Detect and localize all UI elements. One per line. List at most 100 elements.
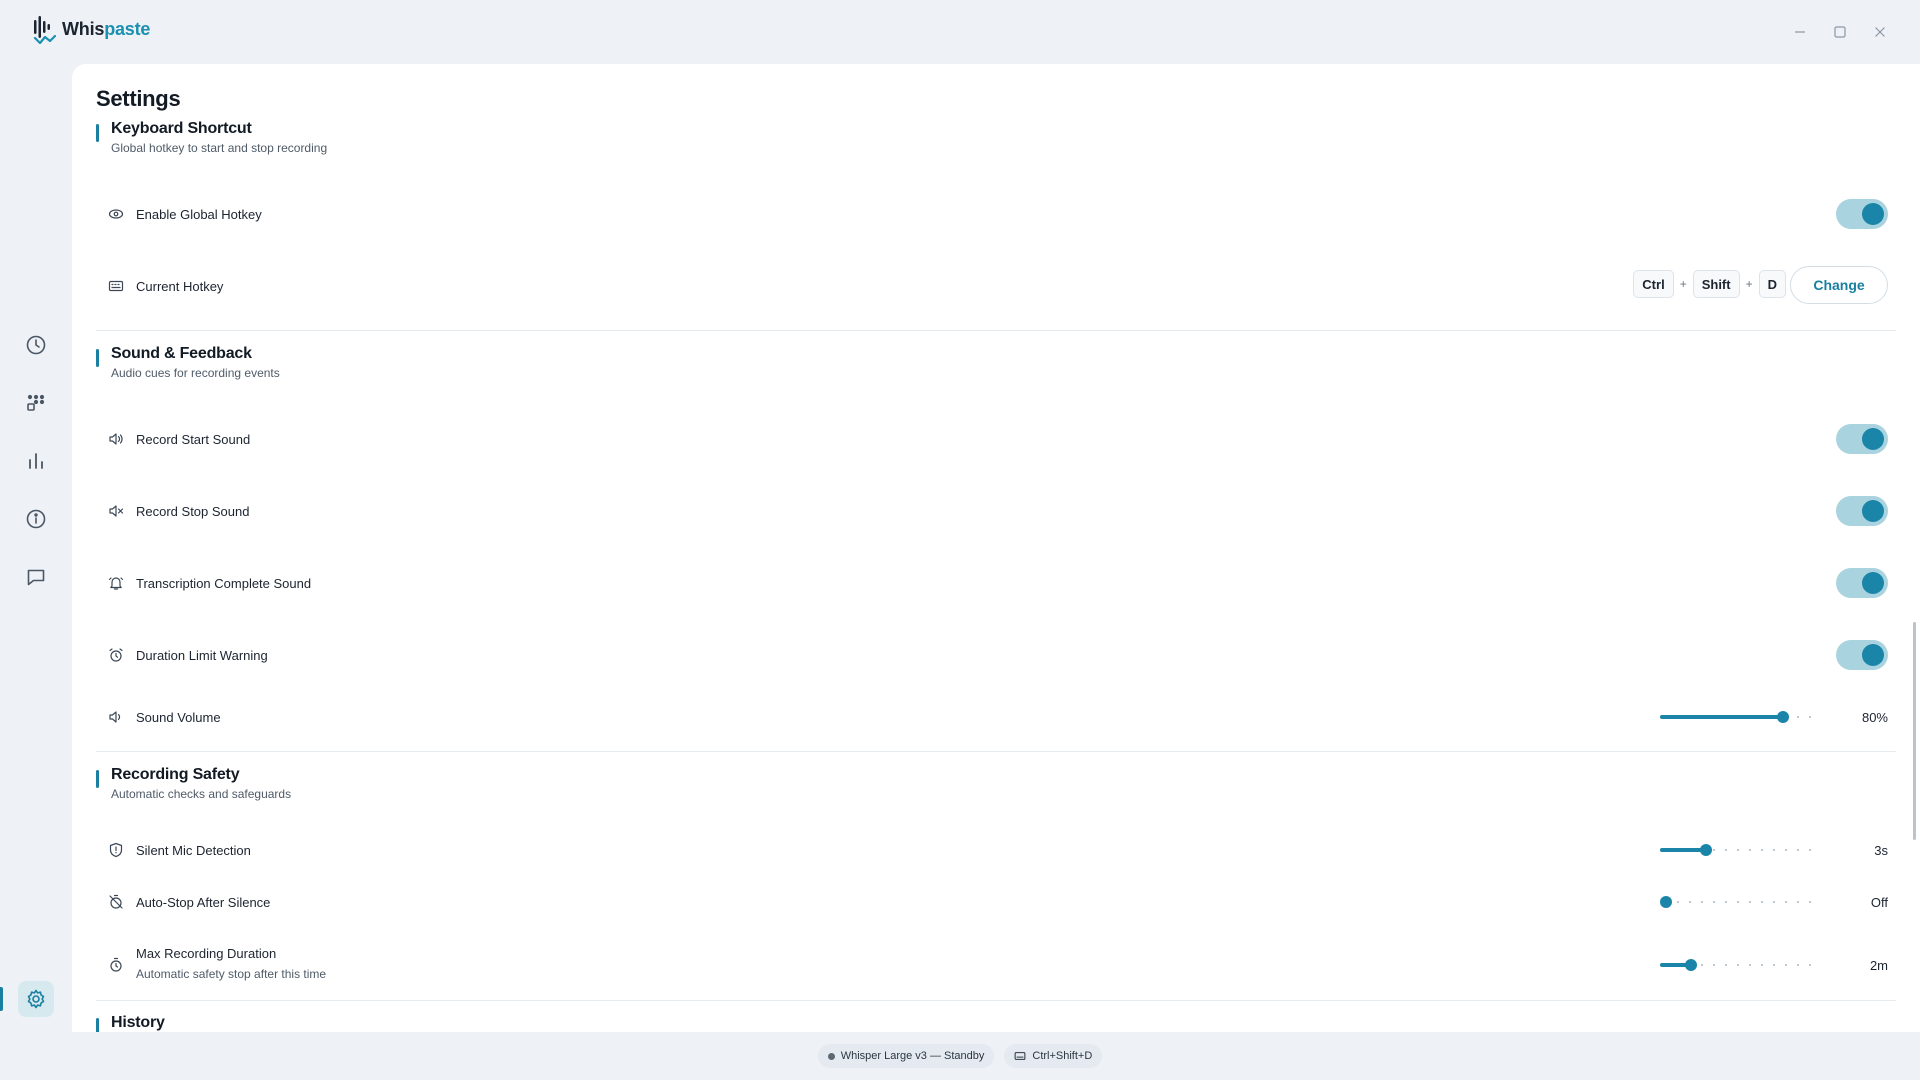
- key-d: D: [1758, 270, 1786, 298]
- speaker-mute-icon: [109, 505, 124, 517]
- slider-value: 2m: [1869, 958, 1888, 973]
- setting-label: Record Start Sound: [136, 432, 251, 447]
- key-ctrl: Ctrl: [1633, 270, 1674, 298]
- section-divider: [96, 751, 1896, 752]
- message-icon: [27, 569, 45, 586]
- maximize-icon: [1834, 26, 1846, 38]
- scrollbar[interactable]: [1913, 622, 1916, 840]
- app-name: Whispaste: [62, 18, 151, 39]
- key-plus: +: [1679, 277, 1687, 291]
- bell-icon: [108, 577, 124, 590]
- section-divider: [96, 1000, 1896, 1001]
- speaker-on-icon: [109, 433, 123, 445]
- setting-label: Current Hotkey: [136, 279, 224, 294]
- toggle-knob: [1862, 500, 1884, 522]
- setting-row-auto-stop-after-silence: Auto-Stop After Silence Off: [108, 882, 1888, 922]
- gear-icon: [27, 989, 45, 1009]
- setting-row-enable-hotkey: Enable Global Hotkey: [108, 194, 1888, 234]
- record-start-sound-toggle[interactable]: [1836, 424, 1888, 454]
- setting-label: Sound Volume: [136, 710, 221, 725]
- maximize-button[interactable]: [1828, 20, 1852, 44]
- change-hotkey-button[interactable]: Change: [1790, 266, 1888, 304]
- slider-thumb[interactable]: [1700, 844, 1713, 856]
- bar-chart-icon: [29, 453, 43, 469]
- nav-feedback-button[interactable]: [18, 559, 54, 595]
- section-title: Recording Safety: [111, 766, 240, 783]
- timer-off-icon: [109, 894, 123, 909]
- duration-limit-warning-toggle[interactable]: [1836, 640, 1888, 670]
- auto-stop-slider[interactable]: [1660, 895, 1814, 909]
- info-icon: [26, 509, 46, 529]
- slider-fill: [1660, 715, 1784, 719]
- close-icon: [1875, 27, 1885, 37]
- page-title: Settings: [96, 86, 181, 111]
- toggle-knob: [1862, 572, 1884, 594]
- setting-row-record-start-sound: Record Start Sound: [108, 419, 1888, 459]
- section-title: Keyboard Shortcut: [111, 120, 252, 137]
- slider-value: Off: [1870, 895, 1888, 910]
- setting-label: Max Recording Duration: [136, 946, 277, 961]
- max-recording-duration-slider[interactable]: [1660, 958, 1814, 972]
- section-accent: [96, 124, 99, 142]
- nav-vocabulary-button[interactable]: [18, 385, 54, 421]
- volume-icon: [109, 711, 121, 723]
- nav-history-button[interactable]: [18, 327, 54, 363]
- section-subtitle: Global hotkey to start and stop recordin…: [111, 141, 328, 155]
- slider-thumb[interactable]: [1660, 896, 1672, 908]
- minimize-button[interactable]: [1788, 20, 1812, 44]
- setting-label: Silent Mic Detection: [136, 843, 251, 858]
- transcription-complete-sound-toggle[interactable]: [1836, 568, 1888, 598]
- active-nav-indicator: [0, 987, 3, 1011]
- section-divider: [96, 330, 1896, 331]
- setting-sublabel: Automatic safety stop after this time: [136, 967, 327, 981]
- title-bar: Whispaste: [0, 0, 1920, 62]
- key-plus: +: [1745, 277, 1753, 291]
- setting-row-sound-volume: Sound Volume 80%: [108, 697, 1888, 737]
- hotkey-text: Ctrl+Shift+D: [1032, 1050, 1093, 1062]
- keyboard-icon: [1014, 1052, 1026, 1060]
- nav-settings-button[interactable]: [18, 981, 54, 1017]
- alarm-clock-icon: [109, 648, 123, 662]
- section-subtitle: Automatic checks and safeguards: [111, 787, 292, 801]
- nav-about-button[interactable]: [18, 501, 54, 537]
- setting-row-transcription-complete-sound: Transcription Complete Sound: [108, 563, 1888, 603]
- section-subtitle: Audio cues for recording events: [111, 366, 280, 380]
- setting-label: Record Stop Sound: [136, 504, 250, 519]
- slider-value: 3s: [1874, 843, 1888, 858]
- setting-row-silent-mic-detection: Silent Mic Detection 3s: [108, 830, 1888, 870]
- slider-value: 80%: [1861, 710, 1888, 725]
- section-title: Sound & Feedback: [111, 345, 252, 362]
- setting-row-max-recording-duration: Max Recording Duration Automatic safety …: [108, 940, 1888, 990]
- slider-thumb[interactable]: [1777, 711, 1790, 723]
- sidebar: [0, 62, 72, 1032]
- record-stop-sound-toggle[interactable]: [1836, 496, 1888, 526]
- setting-label: Transcription Complete Sound: [136, 576, 312, 591]
- nav-stats-button[interactable]: [18, 443, 54, 479]
- setting-row-duration-limit-warning: Duration Limit Warning: [108, 635, 1888, 675]
- settings-panel: Settings Keyboard Shortcut Global hotkey…: [72, 64, 1920, 1032]
- status-dot: [827, 1052, 835, 1060]
- minimize-icon: [1795, 31, 1805, 33]
- section-accent: [96, 770, 99, 788]
- setting-row-record-stop-sound: Record Stop Sound: [108, 491, 1888, 531]
- hotkey-pill[interactable]: Ctrl+Shift+D: [1004, 1044, 1103, 1068]
- shapes-icon: [27, 394, 45, 411]
- slider-track: [1660, 901, 1814, 903]
- close-button[interactable]: [1868, 20, 1892, 44]
- shield-icon: [109, 842, 123, 858]
- eye-icon: [108, 209, 124, 219]
- hotkey-keys: Ctrl + Shift + D: [1633, 270, 1786, 298]
- stopwatch-icon: [110, 957, 122, 972]
- toggle-knob: [1862, 428, 1884, 450]
- slider-thumb[interactable]: [1684, 959, 1697, 971]
- setting-label: Auto-Stop After Silence: [136, 895, 271, 910]
- app-logo: Whispaste: [32, 14, 150, 44]
- status-bar: Whisper Large v3 — Standby Ctrl+Shift+D: [0, 1032, 1920, 1080]
- silent-mic-detection-slider[interactable]: [1660, 843, 1814, 857]
- sound-volume-slider[interactable]: [1660, 710, 1814, 724]
- enable-hotkey-toggle[interactable]: [1836, 199, 1888, 229]
- clock-icon: [26, 335, 46, 355]
- model-status-text: Whisper Large v3 — Standby: [840, 1050, 985, 1062]
- model-status-pill[interactable]: Whisper Large v3 — Standby: [817, 1044, 995, 1068]
- toggle-knob: [1862, 644, 1884, 666]
